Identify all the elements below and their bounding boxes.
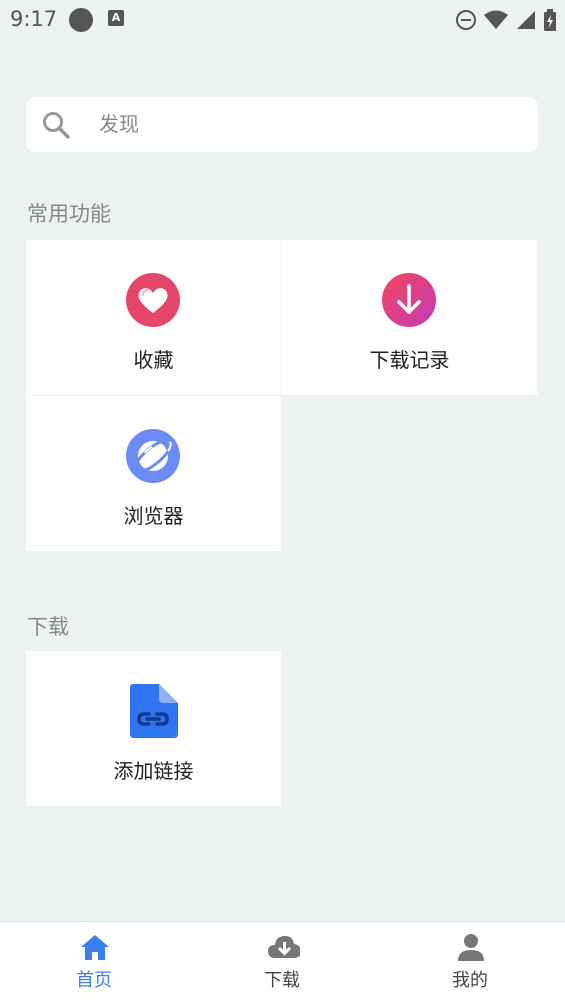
link-file-icon xyxy=(130,684,178,738)
planet-icon xyxy=(126,429,180,483)
cloud-download-icon xyxy=(268,936,300,958)
search-label: 发现 xyxy=(99,112,139,136)
tile-add-link-label: 添加链接 xyxy=(113,759,194,783)
section-title-common: 常用功能 xyxy=(27,202,111,226)
notification-dot-icon xyxy=(69,8,93,32)
tile-download-history[interactable]: 下载记录 xyxy=(282,240,537,395)
nav-label-download: 下载 xyxy=(264,970,300,991)
heart-icon xyxy=(126,273,180,327)
bottom-nav: 首页 下载 我的 xyxy=(0,921,565,1004)
tile-download-history-label: 下载记录 xyxy=(369,348,450,372)
user-icon xyxy=(458,934,484,961)
status-bar: 9:17 A xyxy=(0,0,565,40)
home-icon xyxy=(81,935,109,960)
common-functions-grid: 收藏 下载记录 浏览器 xyxy=(26,240,538,552)
tile-favorites[interactable]: 收藏 xyxy=(26,240,281,395)
status-icons xyxy=(455,8,557,32)
download-grid: 添加链接 xyxy=(26,651,538,806)
nav-label-home: 首页 xyxy=(76,970,112,991)
tile-browser-label: 浏览器 xyxy=(123,504,184,528)
wifi-icon xyxy=(484,10,508,29)
nav-item-download[interactable]: 下载 xyxy=(222,922,342,1004)
cell-signal-icon xyxy=(517,11,535,29)
tile-favorites-label: 收藏 xyxy=(133,348,174,372)
nav-item-home[interactable]: 首页 xyxy=(34,922,154,1004)
status-time: 9:17 xyxy=(10,7,58,31)
search-icon xyxy=(43,112,70,139)
section-title-download: 下载 xyxy=(27,615,69,639)
tile-add-link[interactable]: 添加链接 xyxy=(26,651,281,806)
nav-label-profile: 我的 xyxy=(452,970,488,991)
keyboard-a-icon: A xyxy=(108,10,124,26)
battery-icon xyxy=(544,9,556,31)
do-not-disturb-icon xyxy=(456,10,476,30)
tile-browser[interactable]: 浏览器 xyxy=(26,396,281,551)
search-bar[interactable]: 发现 xyxy=(26,97,538,152)
nav-item-profile[interactable]: 我的 xyxy=(410,922,530,1004)
download-arrow-icon xyxy=(382,273,436,327)
